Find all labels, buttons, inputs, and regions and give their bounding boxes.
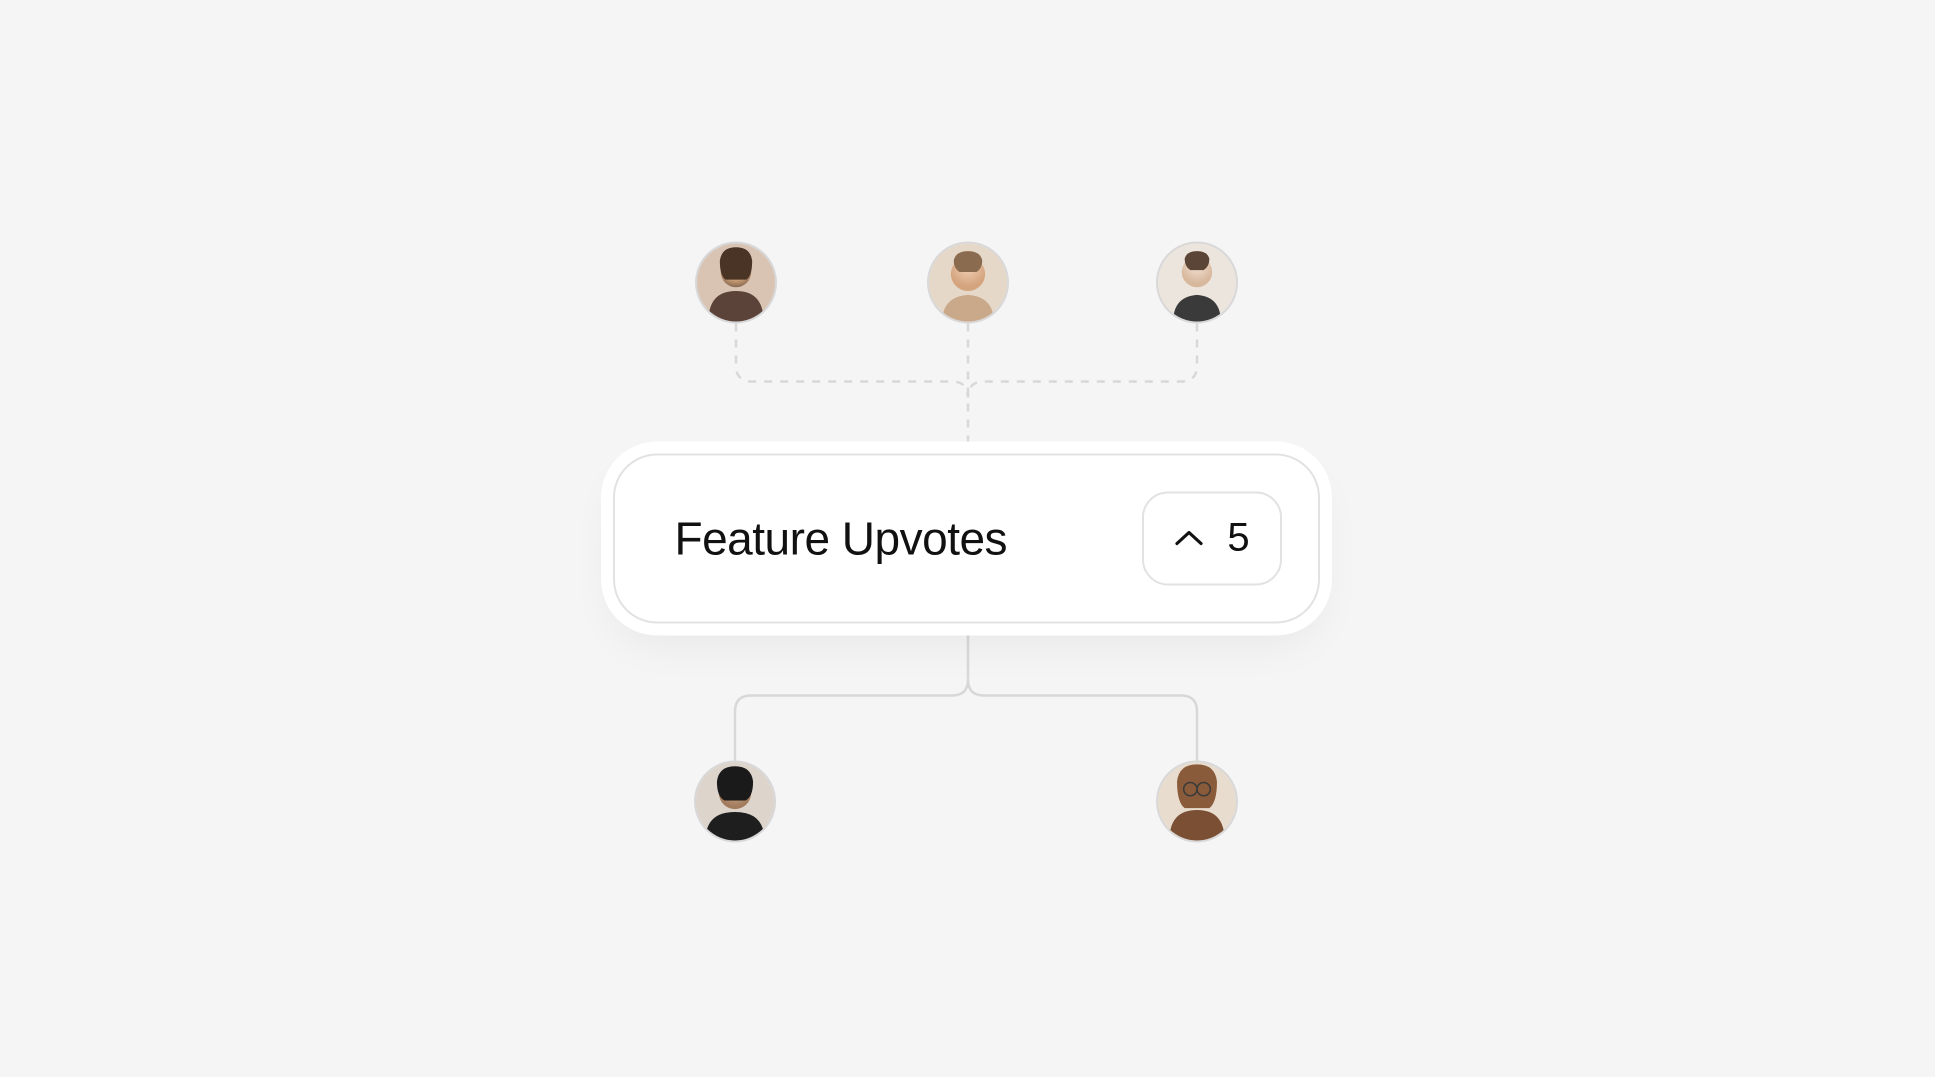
chevron-up-icon <box>1173 528 1205 548</box>
card-title: Feature Upvotes <box>675 511 1008 565</box>
user-avatar-5 <box>1156 760 1238 842</box>
diagram-canvas: Feature Upvotes 5 <box>240 133 1696 944</box>
upvote-count: 5 <box>1227 516 1249 561</box>
user-avatar-4 <box>694 760 776 842</box>
feature-upvotes-card: Feature Upvotes 5 <box>613 453 1320 623</box>
user-avatar-3 <box>1156 241 1238 323</box>
user-avatar-1 <box>695 241 777 323</box>
upvote-button[interactable]: 5 <box>1142 491 1282 585</box>
user-avatar-2 <box>927 241 1009 323</box>
